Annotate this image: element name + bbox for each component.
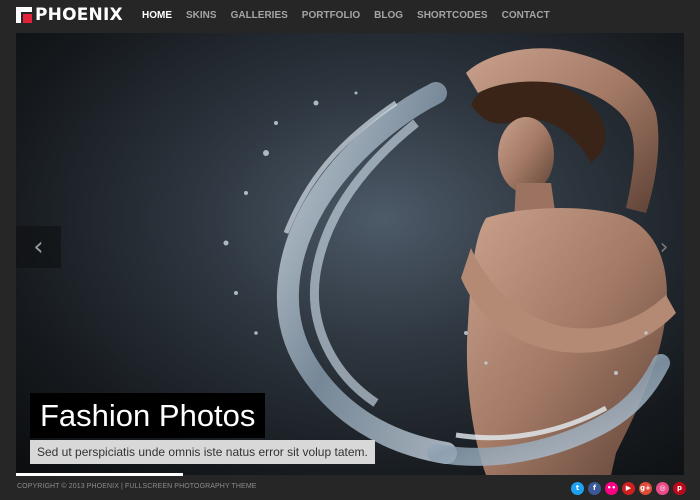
twitter-icon[interactable]: t xyxy=(571,482,584,495)
nav-item-shortcodes[interactable]: SHORTCODES xyxy=(417,0,488,32)
slider-prev-button[interactable]: ‹ xyxy=(16,226,61,268)
nav-item-portfolio[interactable]: PORTFOLIO xyxy=(302,0,360,32)
chevron-right-icon: › xyxy=(659,235,669,260)
nav-item-skins[interactable]: SKINS xyxy=(186,0,217,32)
site-header: PHOENIX HOME SKINS GALLERIES PORTFOLIO B… xyxy=(0,0,700,32)
social-links: t f •• ▶ g+ ◎ p xyxy=(567,482,686,495)
slider-progress-bar xyxy=(16,473,183,476)
main-nav: HOME SKINS GALLERIES PORTFOLIO BLOG SHOR… xyxy=(135,0,557,32)
youtube-icon[interactable]: ▶ xyxy=(622,482,635,495)
google-plus-icon[interactable]: g+ xyxy=(639,482,652,495)
site-logo[interactable]: PHOENIX xyxy=(16,5,123,25)
facebook-icon[interactable]: f xyxy=(588,482,601,495)
pinterest-icon[interactable]: p xyxy=(673,482,686,495)
nav-item-galleries[interactable]: GALLERIES xyxy=(231,0,288,32)
flickr-icon[interactable]: •• xyxy=(605,482,618,495)
phoenix-logo-icon xyxy=(16,7,32,23)
site-footer: COPYRIGHT © 2013 PHOENIX | FULLSCREEN PH… xyxy=(0,477,700,500)
nav-item-home[interactable]: HOME xyxy=(142,0,172,32)
slide-subtitle: Sed ut perspiciatis unde omnis iste natu… xyxy=(30,440,375,464)
brand-name: PHOENIX xyxy=(35,5,123,25)
copyright-text: COPYRIGHT © 2013 PHOENIX | FULLSCREEN PH… xyxy=(17,483,257,490)
slide-title: Fashion Photos xyxy=(30,393,266,438)
slider-next-button[interactable]: › xyxy=(652,233,676,263)
nav-item-blog[interactable]: BLOG xyxy=(374,0,403,32)
chevron-left-icon: ‹ xyxy=(33,232,44,262)
dribbble-icon[interactable]: ◎ xyxy=(656,482,669,495)
nav-item-contact[interactable]: CONTACT xyxy=(502,0,550,32)
